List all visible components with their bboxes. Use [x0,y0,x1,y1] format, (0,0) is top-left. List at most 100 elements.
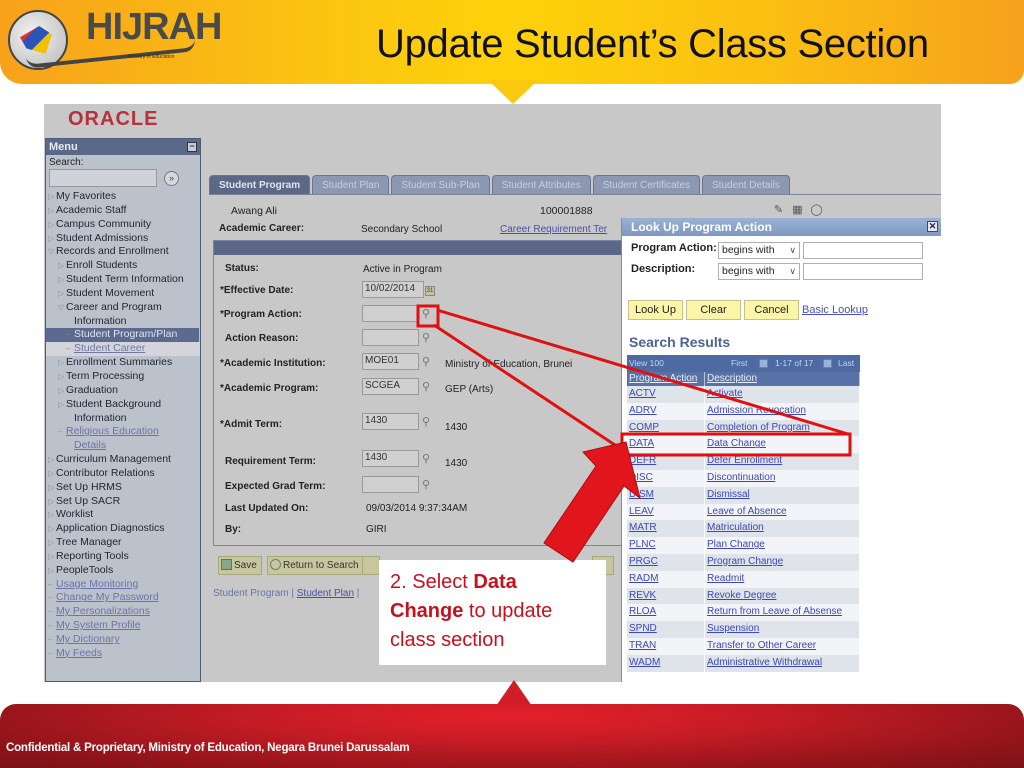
menu-item[interactable]: ▷ Student Background [46,398,200,412]
menu-item[interactable]: – Religious Education [46,425,200,439]
table-row[interactable]: TRAN Transfer to Other Career [627,637,860,655]
program-action-operator-select[interactable]: begins with ∨ [718,242,800,259]
table-row[interactable]: DISC Discontinuation [627,469,860,487]
program-action-code-link[interactable]: COMP [627,419,705,437]
expected-grad-term-input[interactable] [362,476,419,493]
return-to-search-button[interactable]: Return to Search [267,556,364,575]
program-action-code-link[interactable]: MATR [627,520,705,538]
menu-item[interactable]: ▷ Tree Manager [46,536,200,550]
look-up-button[interactable]: Look Up [628,300,683,320]
program-action-code-link[interactable]: ACTV [627,386,705,403]
program-action-code-link[interactable]: TRAN [627,637,705,655]
menu-item[interactable]: – Student Career [46,342,200,357]
prev-arrow-icon[interactable] [759,359,768,368]
menu-item[interactable]: ▷ Set Up SACR [46,495,200,509]
tab-student-program[interactable]: Student Program [209,175,311,194]
description-link[interactable]: Matriculation [705,520,860,538]
program-action-code-link[interactable]: DEFR [627,453,705,470]
search-go-icon[interactable]: » [164,170,179,186]
menu-item[interactable]: Details [46,439,200,453]
academic-program-input[interactable]: SCGEA [362,378,419,395]
institution-lookup-icon[interactable]: ⚲ [422,355,434,368]
menu-item[interactable]: ▷ Academic Staff [46,204,200,218]
description-link[interactable]: Plan Change [705,537,860,554]
cancel-button[interactable]: Cancel [744,300,799,320]
menu-item[interactable]: – Usage Monitoring [46,578,200,592]
table-row[interactable]: SPND Suspension [627,621,860,638]
effective-date-input[interactable]: 10/02/2014 [362,281,424,298]
close-icon[interactable]: ✕ [927,221,938,232]
help-icon[interactable]: ▦ [791,204,804,217]
table-row[interactable]: WADM Administrative Withdrawal [627,654,860,672]
program-action-code-link[interactable]: ADRV [627,402,705,420]
tab-student-attributes[interactable]: Student Attributes [491,175,591,194]
description-link[interactable]: Data Change [705,436,860,454]
table-row[interactable]: RLOA Return from Leave of Absense [627,604,860,622]
new-window-icon[interactable]: ✎ [772,204,785,217]
program-action-code-link[interactable]: PRGC [627,553,705,571]
table-row[interactable]: REVK Revoke Degree [627,587,860,605]
menu-item[interactable]: ▷ Student Movement [46,287,200,301]
table-row[interactable]: LEAV Leave of Absence [627,503,860,521]
table-row[interactable]: DATA Data Change [627,436,860,454]
menu-item[interactable]: ▷ Student Term Information [46,273,200,287]
menu-item[interactable]: ▷ My Favorites [46,190,200,204]
menu-item[interactable]: ▷ Term Processing [46,370,200,384]
program-action-code-link[interactable]: PLNC [627,537,705,554]
menu-item[interactable]: – My Personalizations [46,605,200,619]
program-action-code-link[interactable]: REVK [627,587,705,605]
description-link[interactable]: Leave of Absence [705,503,860,521]
description-link[interactable]: Admission Revocation [705,402,860,420]
menu-item[interactable]: ▷ Worklist [46,508,200,522]
table-row[interactable]: ACTV Activate [627,386,860,403]
table-row[interactable]: MATR Matriculation [627,520,860,538]
admit-term-lookup-icon[interactable]: ⚲ [422,415,434,428]
table-row[interactable]: PRGC Program Change [627,553,860,571]
save-button[interactable]: Save [218,556,262,575]
menu-item[interactable]: ▷ Student Admissions [46,232,200,246]
description-link[interactable]: Revoke Degree [705,587,860,605]
menu-item[interactable]: ▷ Curriculum Management [46,453,200,467]
view-100-link[interactable]: View 100 [629,355,664,372]
table-row[interactable]: PLNC Plan Change [627,537,860,554]
table-row[interactable]: COMP Completion of Program [627,419,860,437]
description-link[interactable]: Dismissal [705,486,860,504]
program-action-code-link[interactable]: SPND [627,621,705,638]
description-link[interactable]: Program Change [705,553,860,571]
program-action-criteria-input[interactable] [803,242,923,259]
requirement-term-input[interactable]: 1430 [362,450,419,467]
column-description[interactable]: Description [705,372,860,386]
grad-term-lookup-icon[interactable]: ⚲ [422,478,434,491]
calendar-icon[interactable]: 31 [425,286,435,296]
program-action-code-link[interactable]: DISC [627,469,705,487]
menu-item[interactable]: ▷ PeopleTools [46,564,200,578]
menu-item[interactable]: ▷ Enrollment Summaries [46,356,200,370]
table-row[interactable]: DISM Dismissal [627,486,860,504]
program-action-lookup-icon[interactable]: ⚲ [422,307,434,320]
description-link[interactable]: Readmit [705,570,860,588]
menu-item[interactable]: – Student Program/Plan [46,328,199,343]
description-link[interactable]: Defer Enrollment [705,453,860,470]
tab-student-sub-plan[interactable]: Student Sub-Plan [391,175,490,194]
description-link[interactable]: Administrative Withdrawal [705,654,860,672]
column-program-action[interactable]: Program Action [627,372,705,386]
action-reason-input[interactable] [362,329,419,346]
program-action-code-link[interactable]: LEAV [627,503,705,521]
menu-item[interactable]: – My Feeds [46,647,200,661]
menu-item[interactable]: ▽ Career and Program [46,301,200,315]
link-student-program[interactable]: Student Program [213,588,289,599]
chat-icon[interactable]: ◯ [810,204,823,217]
admit-term-input[interactable]: 1430 [362,413,419,430]
program-action-input[interactable] [362,305,419,322]
menu-item[interactable]: – My Dictionary [46,633,200,647]
clear-button[interactable]: Clear [686,300,741,320]
menu-item[interactable]: ▷ Campus Community [46,218,200,232]
description-link[interactable]: Suspension [705,621,860,638]
description-criteria-input[interactable] [803,263,923,280]
description-link[interactable]: Completion of Program [705,419,860,437]
menu-item[interactable]: ▷ Set Up HRMS [46,481,200,495]
program-action-code-link[interactable]: DATA [627,436,705,454]
table-row[interactable]: DEFR Defer Enrollment [627,453,860,470]
career-requirement-term-link[interactable]: Career Requirement Ter [500,224,607,235]
first-link[interactable]: First [731,355,748,372]
